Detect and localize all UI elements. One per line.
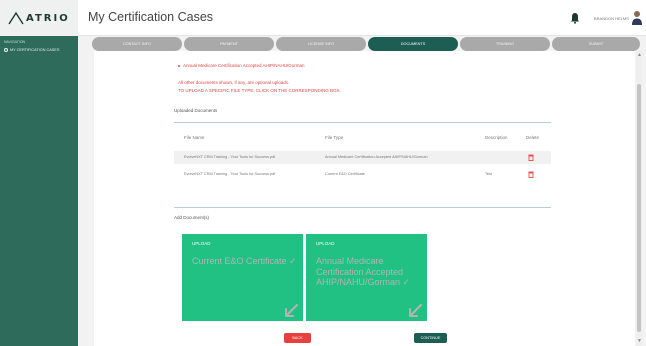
header: My Certification Cases BRANDON HELMS (78, 0, 646, 36)
nav-caption: Navigation (4, 40, 26, 44)
uploaded-documents-title: Uploaded Documents (174, 108, 218, 113)
sidebar: ATRIO Navigation My Certification Cases (0, 0, 78, 346)
tab-license-info[interactable]: License Info (276, 37, 366, 51)
logo[interactable]: ATRIO (0, 0, 78, 36)
divider (174, 122, 551, 123)
tab-submit[interactable]: Submit (552, 37, 640, 51)
upload-box-medicare-certification[interactable]: Upload Annual Medicare Certification Acc… (306, 234, 427, 321)
tab-documents[interactable]: Documents (368, 37, 458, 51)
col-file-name: File Name (184, 135, 205, 140)
upload-box-eo-certificate[interactable]: Upload Current E&O Certificate ✓ (182, 234, 303, 321)
file-type-cell: Current E&O Certificate (325, 172, 365, 176)
upload-instruction: TO UPLOAD A SPECIFIC FILE TYPE, CLICK ON… (178, 88, 341, 93)
scroll-down-icon[interactable]: ▼ (637, 338, 642, 344)
step-tabs: Contact Info Payment License Info Docume… (92, 37, 640, 51)
user-name[interactable]: BRANDON HELMS (594, 16, 629, 21)
back-button[interactable]: Back (284, 333, 311, 343)
divider (174, 207, 551, 208)
add-documents-title: Add Document(s) (174, 215, 210, 220)
col-file-type: File Type (325, 135, 344, 140)
scrollbar-thumb[interactable] (637, 84, 641, 332)
file-type-cell: Annual Medicare Certification Accepted A… (325, 155, 428, 159)
expand-arrow-icon (409, 304, 422, 317)
required-doc-item: Annual Medicare Certification Accepted A… (178, 63, 305, 68)
file-name-cell[interactable]: EvolveNXT CRM Training - Your Tools for … (184, 172, 275, 176)
bell-icon[interactable] (570, 12, 580, 24)
avatar-icon[interactable] (631, 10, 643, 26)
col-delete: Delete (526, 135, 540, 140)
tab-training[interactable]: Training (460, 37, 550, 51)
file-name-cell[interactable]: EvolveNXT CRM Training - Your Tools for … (184, 155, 275, 159)
documents-panel: Annual Medicare Certification Accepted A… (94, 51, 635, 346)
upload-label: Upload (316, 241, 335, 246)
page-title: My Certification Cases (88, 10, 214, 24)
col-description: Description (485, 135, 508, 140)
upload-doc-type: Annual Medicare Certification Accepted A… (316, 256, 411, 287)
circle-icon (4, 48, 8, 52)
sidebar-item-my-certification-cases[interactable]: My Certification Cases (0, 44, 78, 52)
upload-doc-type: Current E&O Certificate ✓ (192, 256, 297, 266)
sidebar-item-label: My Certification Cases (10, 48, 60, 52)
required-doc-label: Annual Medicare Certification Accepted A… (183, 63, 305, 68)
continue-button[interactable]: Continue (414, 333, 447, 343)
optional-notice: All other documents shown, if any, are o… (178, 80, 290, 85)
tab-contact-info[interactable]: Contact Info (92, 37, 182, 51)
scroll-up-icon[interactable]: ▲ (637, 52, 642, 58)
tab-payment[interactable]: Payment (184, 37, 274, 51)
logo-mountain-icon (8, 11, 24, 25)
bullet-icon (178, 64, 180, 67)
trash-icon[interactable] (528, 171, 534, 178)
logo-text: ATRIO (26, 12, 70, 24)
upload-label: Upload (192, 241, 211, 246)
expand-arrow-icon (285, 304, 298, 317)
description-cell: Test (485, 172, 492, 176)
trash-icon[interactable] (528, 154, 534, 161)
